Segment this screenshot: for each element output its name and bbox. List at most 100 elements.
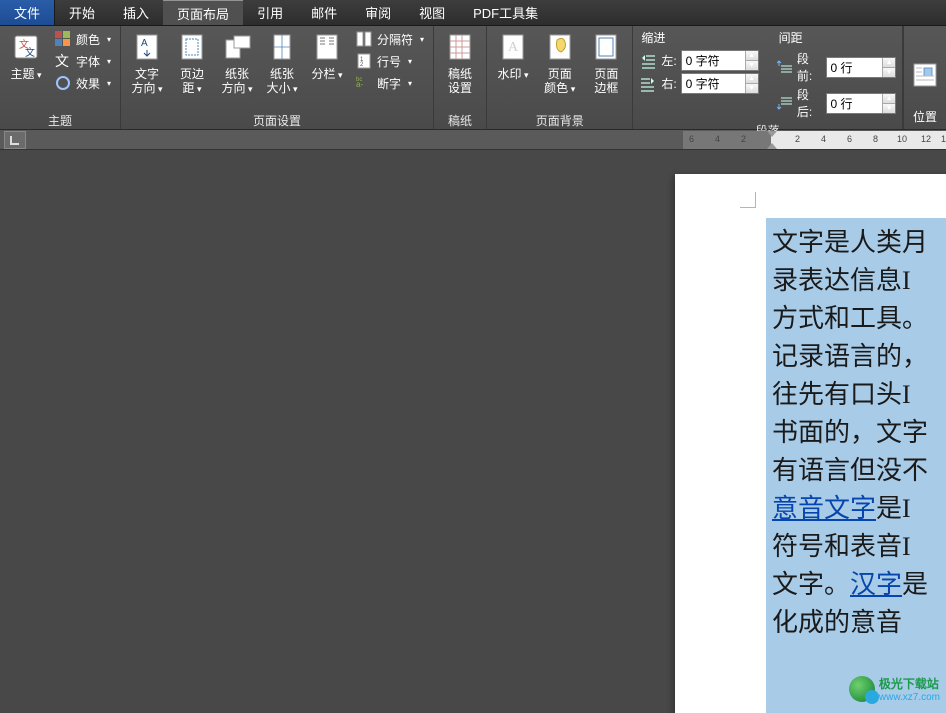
indent-right-spinbox[interactable]: ▲▼ bbox=[681, 73, 759, 94]
svg-text:bc: bc bbox=[356, 77, 362, 83]
tab-insert[interactable]: 插入 bbox=[109, 0, 163, 25]
spin-down[interactable]: ▼ bbox=[746, 84, 758, 93]
group-themes-label: 主题 bbox=[6, 110, 114, 128]
tab-selector[interactable] bbox=[4, 131, 26, 149]
hyphenation-label: 断字 bbox=[377, 75, 401, 92]
margin-corner-mark bbox=[740, 192, 756, 208]
page-borders-label: 页面边框 bbox=[590, 67, 622, 95]
spin-up[interactable]: ▲ bbox=[883, 94, 895, 104]
group-position-partial: 位置 bbox=[903, 26, 946, 129]
group-draft: 稿纸 设置 稿纸 bbox=[434, 26, 487, 129]
watermark-icon: A bbox=[497, 31, 529, 63]
size-icon bbox=[266, 31, 298, 63]
spin-down[interactable]: ▼ bbox=[883, 104, 895, 113]
indent-right-input[interactable] bbox=[682, 74, 745, 93]
selected-text[interactable]: 文字是人类月录表达信息I方式和工具。记录语言的，往先有口头I书面的，文字有语言但… bbox=[766, 218, 946, 713]
indent-right-label: 右: bbox=[661, 75, 676, 92]
doc-link[interactable]: 汉字 bbox=[850, 570, 902, 599]
watermark-logo-icon bbox=[849, 676, 875, 702]
theme-colors-button[interactable]: 颜色 bbox=[51, 29, 114, 49]
horizontal-ruler[interactable]: 6 4 2 2 4 6 8 10 12 14 bbox=[683, 131, 946, 149]
position-icon[interactable] bbox=[910, 60, 940, 90]
tab-home[interactable]: 开始 bbox=[55, 0, 109, 25]
themes-icon: 文文 bbox=[10, 31, 42, 63]
tab-mailings[interactable]: 邮件 bbox=[297, 0, 351, 25]
size-button[interactable]: 纸张大小 bbox=[262, 29, 302, 98]
indent-left-input[interactable] bbox=[682, 51, 745, 70]
group-draft-label: 稿纸 bbox=[440, 110, 480, 128]
group-page-setup: A 文字方向 页边距 纸张方向 纸张大小 分栏 bbox=[121, 26, 434, 129]
indent-left-spinbox[interactable]: ▲▼ bbox=[681, 50, 759, 71]
page-color-label: 页面颜色 bbox=[542, 67, 577, 96]
text-direction-button[interactable]: A 文字方向 bbox=[127, 29, 167, 98]
size-label: 纸张大小 bbox=[266, 67, 298, 96]
orientation-button[interactable]: 纸张方向 bbox=[217, 29, 257, 98]
svg-text:A: A bbox=[141, 38, 148, 49]
columns-button[interactable]: 分栏 bbox=[307, 29, 347, 84]
indent-left-label: 左: bbox=[661, 52, 676, 69]
themes-button[interactable]: 文文 主题 bbox=[6, 29, 46, 84]
indent-title: 缩进 bbox=[639, 29, 758, 46]
columns-icon bbox=[311, 31, 343, 63]
spin-down[interactable]: ▼ bbox=[746, 61, 758, 70]
svg-text:文: 文 bbox=[55, 54, 69, 69]
watermark-title: 极光下载站 bbox=[879, 675, 940, 692]
tab-view[interactable]: 视图 bbox=[405, 0, 459, 25]
indent-right-icon bbox=[639, 75, 657, 93]
indent-left-icon bbox=[639, 52, 657, 70]
space-before-input[interactable] bbox=[827, 58, 883, 77]
space-after-spinbox[interactable]: ▲▼ bbox=[826, 93, 896, 114]
group-page-background-label: 页面背景 bbox=[493, 110, 626, 128]
margins-label: 页边距 bbox=[176, 67, 208, 96]
tab-references[interactable]: 引用 bbox=[243, 0, 297, 25]
group-page-setup-label: 页面设置 bbox=[127, 110, 427, 128]
text-direction-label: 文字方向 bbox=[131, 67, 163, 96]
fonts-label: 字体 bbox=[76, 53, 100, 70]
watermark-label: 水印 bbox=[498, 67, 529, 82]
effects-icon bbox=[54, 74, 72, 92]
tab-pdf[interactable]: PDF工具集 bbox=[459, 0, 552, 25]
page-color-icon bbox=[544, 31, 576, 63]
theme-fonts-button[interactable]: 文 字体 bbox=[51, 51, 114, 71]
menu-tabs: 文件 开始 插入 页面布局 引用 邮件 审阅 视图 PDF工具集 bbox=[0, 0, 946, 26]
space-after-input[interactable] bbox=[827, 94, 883, 113]
theme-effects-button[interactable]: 效果 bbox=[51, 73, 114, 93]
space-before-icon bbox=[777, 58, 793, 76]
group-page-background: A 水印 页面颜色 页面边框 页面背景 bbox=[487, 26, 633, 129]
margins-button[interactable]: 页边距 bbox=[172, 29, 212, 98]
line-numbers-button[interactable]: 12 行号 bbox=[352, 51, 427, 71]
hyphenation-icon: a-bc bbox=[355, 74, 373, 92]
group-themes: 文文 主题 颜色 文 字体 效果 主题 bbox=[0, 26, 121, 129]
columns-label: 分栏 bbox=[312, 67, 343, 82]
colors-icon bbox=[54, 30, 72, 48]
site-watermark: 极光下载站 www.xz7.com bbox=[849, 675, 940, 703]
tab-review[interactable]: 审阅 bbox=[351, 0, 405, 25]
svg-text:文: 文 bbox=[25, 46, 35, 59]
page-color-button[interactable]: 页面颜色 bbox=[538, 29, 581, 98]
doc-link[interactable]: 意音文字 bbox=[772, 494, 876, 523]
spin-down[interactable]: ▼ bbox=[883, 68, 895, 77]
watermark-url: www.xz7.com bbox=[879, 692, 940, 703]
tab-file[interactable]: 文件 bbox=[0, 0, 55, 25]
tab-page-layout[interactable]: 页面布局 bbox=[163, 0, 243, 25]
spin-up[interactable]: ▲ bbox=[746, 74, 758, 84]
draft-settings-button[interactable]: 稿纸 设置 bbox=[440, 29, 480, 97]
margins-icon bbox=[176, 31, 208, 63]
hyphenation-button[interactable]: a-bc 断字 bbox=[352, 73, 427, 93]
line-numbers-icon: 12 bbox=[355, 52, 373, 70]
watermark-button[interactable]: A 水印 bbox=[493, 29, 533, 84]
colors-label: 颜色 bbox=[76, 31, 100, 48]
draft-label: 稿纸 设置 bbox=[448, 67, 472, 95]
line-numbers-label: 行号 bbox=[377, 53, 401, 70]
space-before-spinbox[interactable]: ▲▼ bbox=[826, 57, 896, 78]
effects-label: 效果 bbox=[76, 75, 100, 92]
page-borders-button[interactable]: 页面边框 bbox=[586, 29, 626, 97]
spin-up[interactable]: ▲ bbox=[746, 51, 758, 61]
space-after-label: 段后: bbox=[797, 86, 822, 120]
document-area[interactable]: 文字是人类月录表达信息I方式和工具。记录语言的，往先有口头I书面的，文字有语言但… bbox=[0, 150, 946, 713]
page-borders-icon bbox=[590, 31, 622, 63]
ruler-bar: 6 4 2 2 4 6 8 10 12 14 bbox=[0, 130, 946, 150]
breaks-button[interactable]: 分隔符 bbox=[352, 29, 427, 49]
spin-up[interactable]: ▲ bbox=[883, 58, 895, 68]
themes-label: 主题 bbox=[10, 67, 41, 82]
